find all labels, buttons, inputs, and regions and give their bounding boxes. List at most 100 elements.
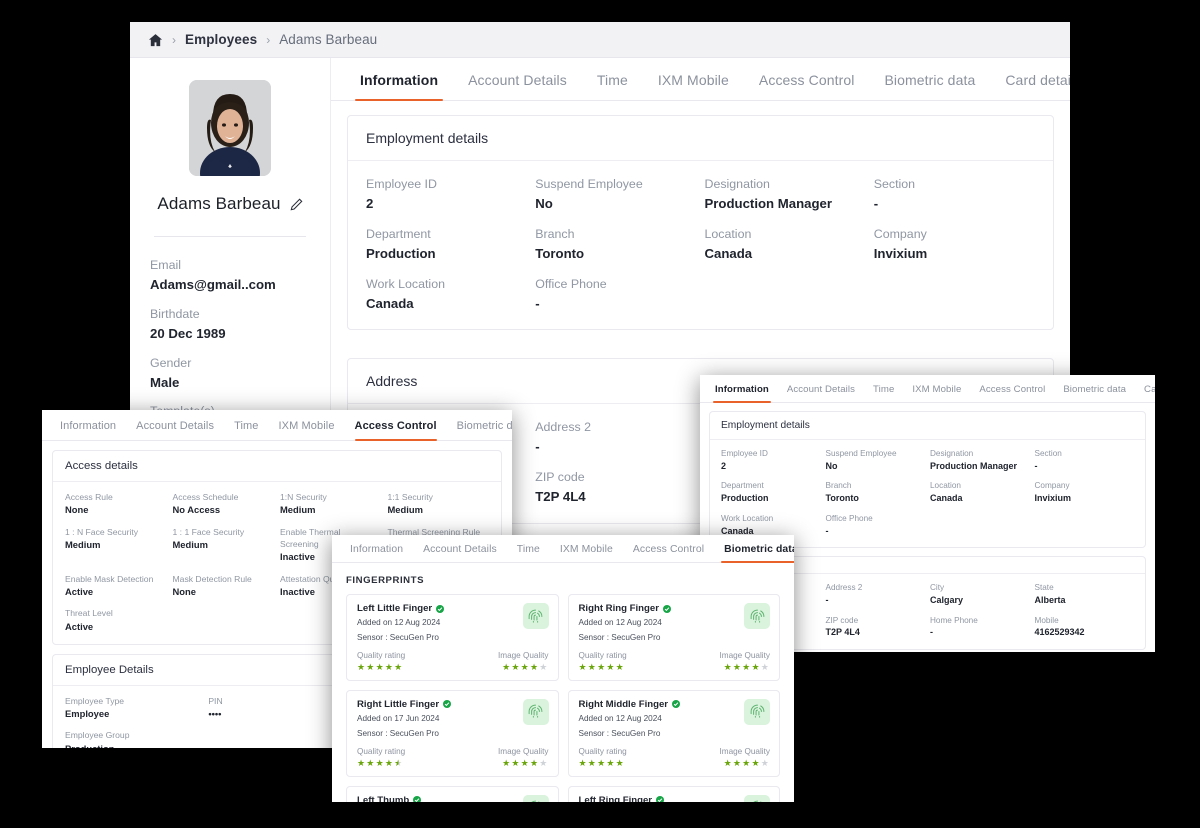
fingerprints-section-title: FINGERPRINTS [346,575,425,586]
field-city: CityCalgary [930,583,964,606]
field-company: Company Invixium [873,226,928,261]
tab-access-control[interactable]: Access Control [623,535,714,562]
fingerprint-icon [522,603,549,629]
tab-ixm-mobile[interactable]: IXM Mobile [643,58,744,100]
pencil-icon[interactable] [290,198,303,211]
bio-tab-bar: Information Account Details Time IXM Mob… [332,535,794,563]
field-home-phone: Home Phone - [930,615,978,638]
field-office-phone: Office Phone - [535,276,607,311]
tab-account-details[interactable]: Account Details [453,58,582,100]
tab-time[interactable]: Time [507,535,550,562]
fingerprint-card[interactable]: Right Little Finger Added on 17 Jun 2024 S… [346,689,559,777]
profile-field-gender: Gender Male [150,355,310,393]
image-quality-label: Image Quality [497,746,549,756]
main-tab-bar: Information Account Details Time IXM Mob… [331,58,1070,101]
tab-access-control[interactable]: Access Control [744,58,870,100]
tab-biometric-data[interactable]: Biometric data [1054,375,1135,402]
field-state: StateAlberta [1034,583,1066,606]
tab-information[interactable]: Information [340,535,413,562]
tab-ixm-mobile[interactable]: IXM Mobile [269,410,345,440]
tab-information[interactable]: Information [345,58,453,101]
field-office-phone: Office Phone - [825,513,873,536]
breadcrumb-current: Adams Barbeau [279,32,378,47]
field-threat-level: Threat Level Active [65,608,113,632]
fingerprint-card[interactable]: Left ThumbAdded on 12 Aug 2024Sensor : S… [346,785,559,802]
employment-details-card: Employment details Employee ID 2 Suspend … [709,411,1146,549]
tab-information[interactable]: Information [50,410,126,440]
image-quality-label: Image Quality [719,650,770,660]
profile-field-birthdate: Birthdate 20 Dec 1989 [150,306,310,344]
field-access-schedule: Access Schedule No Access [172,492,239,516]
tab-time[interactable]: Time [582,58,643,100]
employment-details-card: Employment details Employee ID 2 Suspend … [347,115,1054,331]
fingerprint-card[interactable]: Left Little Finger Added on 12 Aug 2024 Se… [346,594,559,681]
fingerprint-sensor: Sensor : SecuGen Pro [357,728,439,738]
field-value: 20 Dec 1989 [150,325,226,341]
screen-backdrop: › Employees › Adams Barbeau Adams Barbea… [0,0,1200,828]
tab-biometric-data[interactable]: Biometric data [447,410,512,440]
field-mobile: Mobile 4162529342 [1034,615,1085,638]
field-employee-type: Employee Type Employee [65,695,125,720]
image-quality-block: Image Quality ★★★★★ [498,747,549,768]
fingerprint-icon [744,794,770,802]
fingerprint-added-date: Added on 17 Jun 2024 [357,713,440,723]
fingerprint-card[interactable]: Right Ring Finger Added on 12 Aug 2024 Sen… [567,594,780,681]
tab-time[interactable]: Time [224,410,268,440]
card-title: Access details [53,451,501,482]
verified-check-icon [413,796,422,802]
quality-rating-stars: ★★★★★ [578,661,625,672]
biometric-data-window: Information Account Details Time IXM Mob… [332,535,794,802]
field-branch: Branch Toronto [535,226,585,261]
tab-card-details[interactable]: Card details [990,58,1070,100]
fingerprint-name: Left Little Finger [357,603,549,614]
tab-ixm-mobile[interactable]: IXM Mobile [550,535,623,562]
quality-rating-label: Quality rating [357,650,406,660]
profile-field-email: Email Adams@gmail..com [150,257,310,295]
fingerprint-name: Right Ring Finger [579,603,771,614]
tab-account-details[interactable]: Account Details [413,535,507,562]
quality-rating-block: Quality rating ★★★★★ [579,651,627,672]
fingerprint-card[interactable]: Right Middle Finger Added on 12 Aug 2024 S… [567,689,780,777]
tab-information[interactable]: Information [706,375,778,403]
tab-biometric-data[interactable]: Biometric data [869,58,990,100]
fingerprint-added-date: Added on 12 Aug 2024 [357,618,441,627]
tab-access-control[interactable]: Access Control [970,375,1054,402]
tab-account-details[interactable]: Account Details [778,375,864,402]
fingerprint-icon [744,603,770,629]
employment-fields-grid: Employee ID 2 Suspend Employee No Designat… [366,176,1035,313]
image-quality-block: Image Quality ★★★★★ [498,651,549,672]
info-tab-bar: Information Account Details Time IXM Mob… [700,375,1155,403]
field-zip-code: ZIP code T2P 4L4 [825,615,860,638]
access-tab-bar: Information Account Details Time IXM Mob… [42,410,512,441]
field-11-security: 1:1 Security Medium [387,492,433,516]
tab-time[interactable]: Time [864,375,903,402]
field-1n-face-security: 1 : N Face Security Medium [65,526,139,551]
tab-biometric-data[interactable]: Biometric data [714,535,794,563]
tab-account-details[interactable]: Account Details [126,410,224,440]
home-icon[interactable] [148,33,163,47]
tab-ixm-mobile[interactable]: IXM Mobile [903,375,970,402]
tab-access-control[interactable]: Access Control [345,410,447,441]
fingerprint-added-date: Added on 12 Aug 2024 [578,713,662,723]
field-suspend-employee: Suspend Employee No [535,177,643,211]
fingerprint-added-date: Added on 12 Aug 2024 [578,618,662,627]
quality-rating-block: Quality rating ★★★★★ [357,651,405,672]
verified-check-icon [662,604,671,613]
field-access-rule: Access Rule None [65,492,113,516]
tab-card-details[interactable]: Card details [1135,375,1155,402]
field-section: Section - [873,177,916,211]
field-value: Adams@gmail..com [150,276,276,292]
field-enable-mask-detection: Enable Mask Detection Active [65,573,154,598]
fingerprint-card[interactable]: Left Ring FingerAdded on 12 Aug 2024Sens… [567,785,780,802]
fingerprint-sensor: Sensor : SecuGen Pro [578,632,661,642]
field-section: Section - [1034,449,1062,471]
breadcrumb-separator-2: › [266,32,271,47]
breadcrumb-employees[interactable]: Employees [185,32,257,47]
image-quality-stars: ★★★★★ [502,661,549,672]
field-location: Location Canada [930,481,963,504]
fingerprint-icon [522,698,549,725]
field-11-face-security: 1 : 1 Face Security Medium [172,526,245,551]
field-suspend-employee: Suspend Employee No [825,449,897,471]
breadcrumb-separator: › [172,32,176,47]
fingerprints-grid: Left Little Finger Added on 12 Aug 2024 Se… [332,594,794,802]
